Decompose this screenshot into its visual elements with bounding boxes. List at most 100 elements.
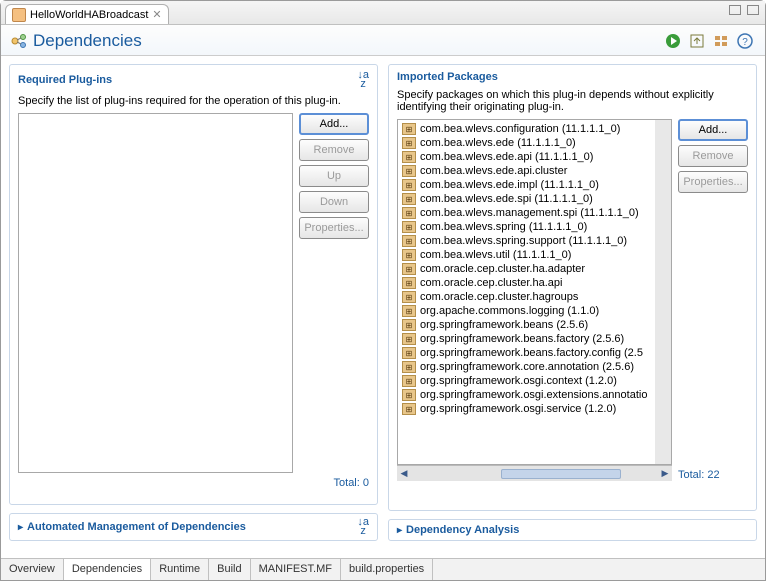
package-icon: ⊞ [402,123,416,135]
package-label: com.bea.wlevs.util (11.1.1.1_0) [420,249,571,261]
imported-packages-listwrap: ⊞ com.bea.wlevs.configuration (11.1.1.1_0… [397,119,672,481]
required-down-button: Down [299,191,369,213]
minimize-icon[interactable] [729,5,741,15]
package-label: com.bea.wlevs.ede.spi (11.1.1.1_0) [420,193,593,205]
package-item[interactable]: ⊞ org.springframework.beans.factory.confi… [398,346,655,360]
package-icon: ⊞ [402,235,416,247]
package-item[interactable]: ⊞ org.springframework.osgi.service (1.2.0… [398,402,655,416]
organize-icon[interactable] [713,33,729,49]
package-label: org.apache.commons.logging (1.1.0) [420,305,599,317]
package-label: com.bea.wlevs.spring (11.1.1.1_0) [420,221,587,233]
required-plugins-desc: Specify the list of plug-ins required fo… [18,95,369,107]
package-label: org.springframework.beans.factory (2.5.6… [420,333,624,345]
package-item[interactable]: ⊞com.bea.wlevs.management.spi (11.1.1.1_… [398,206,655,220]
imported-add-button[interactable]: Add... [678,119,748,141]
svg-text:?: ? [742,37,748,48]
content-area: Required Plug-ins ↓a z Specify the list … [1,56,765,549]
package-label: com.bea.wlevs.ede.impl (11.1.1.1_0) [420,179,599,191]
export-icon[interactable] [689,33,705,49]
imported-packages-section: Imported Packages Specify packages on wh… [388,64,757,511]
bottom-tab-dependencies[interactable]: Dependencies [64,559,151,580]
package-label: com.oracle.cep.cluster.hagroups [420,291,578,303]
required-plugins-title: Required Plug-ins [18,74,112,86]
package-item[interactable]: ⊞com.bea.wlevs.ede (11.1.1.1_0) [398,136,655,150]
horizontal-scrollbar[interactable]: ◀ ▶ [397,465,672,481]
sort-az-icon[interactable]: ↓a z [357,518,369,536]
package-item[interactable]: ⊞ com.bea.wlevs.spring (11.1.1.1_0) [398,220,655,234]
package-icon: ⊞ [402,305,416,317]
package-item[interactable]: ⊞com.bea.wlevs.ede.api.cluster [398,164,655,178]
package-label: com.oracle.cep.cluster.ha.api [420,277,562,289]
bottom-tab-bar: OverviewDependenciesRuntimeBuildMANIFEST… [1,558,765,580]
package-icon: ⊞ [402,263,416,275]
required-plugins-list[interactable] [18,113,293,473]
imported-remove-button: Remove [678,145,748,167]
package-item[interactable]: ⊞ com.bea.wlevs.ede.impl (11.1.1.1_0) [398,178,655,192]
vertical-scrollbar[interactable] [655,120,671,464]
plugin-icon [12,8,26,22]
required-add-button[interactable]: Add... [299,113,369,135]
automated-dependencies-section[interactable]: ▸Automated Management of Dependencies ↓a… [9,513,378,541]
package-icon: ⊞ [402,193,416,205]
package-item[interactable]: ⊞com.oracle.cep.cluster.hagroups [398,290,655,304]
package-icon: ⊞ [402,361,416,373]
package-icon: ⊞ [402,375,416,387]
page-header: Dependencies ? [1,25,765,56]
package-item[interactable]: ⊞ com.bea.wlevs.ede.spi (11.1.1.1_0) [398,192,655,206]
package-label: com.oracle.cep.cluster.ha.adapter [420,263,585,275]
package-item[interactable]: ⊞ com.bea.wlevs.util (11.1.1.1_0) [398,248,655,262]
package-item[interactable]: ⊞org.springframework.beans (2.5.6) [398,318,655,332]
package-item[interactable]: ⊞ org.apache.commons.logging (1.1.0) [398,304,655,318]
dependency-analysis-section[interactable]: ▸Dependency Analysis [388,519,757,541]
bottom-tab-manifest-mf[interactable]: MANIFEST.MF [251,559,341,580]
package-icon: ⊞ [402,347,416,359]
package-item[interactable]: ⊞ com.oracle.cep.cluster.ha.adapter [398,262,655,276]
close-icon[interactable]: ✕ [152,8,161,21]
scroll-left-icon[interactable]: ◀ [397,467,411,481]
imported-packages-title: Imported Packages [397,71,498,83]
bottom-tab-build-properties[interactable]: build.properties [341,559,433,580]
package-label: org.springframework.osgi.extensions.anno… [420,389,647,401]
dependencies-icon [11,33,27,49]
required-properties-button: Properties... [299,217,369,239]
sort-az-icon[interactable]: ↓a z [357,71,369,89]
package-item[interactable]: ⊞com.oracle.cep.cluster.ha.api [398,276,655,290]
right-column: Imported Packages Specify packages on wh… [388,64,757,541]
package-icon: ⊞ [402,249,416,261]
imported-properties-button: Properties... [678,171,748,193]
imported-packages-desc: Specify packages on which this plug-in d… [397,89,748,113]
package-item[interactable]: ⊞org.springframework.beans.factory (2.5.… [398,332,655,346]
scroll-right-icon[interactable]: ▶ [658,467,672,481]
package-label: com.bea.wlevs.ede (11.1.1.1_0) [420,137,576,149]
window-controls [729,5,759,15]
bottom-tab-overview[interactable]: Overview [1,559,64,580]
twisty-icon: ▸ [18,522,23,533]
editor-tab[interactable]: HelloWorldHABroadcast ✕ [5,4,169,24]
bottom-tab-build[interactable]: Build [209,559,250,580]
package-icon: ⊞ [402,403,416,415]
imported-buttons: Add... Remove Properties... Total: 22 [678,119,748,481]
run-icon[interactable] [665,33,681,49]
package-label: org.springframework.beans.factory.config… [420,347,643,359]
package-item[interactable]: ⊞ org.springframework.osgi.extensions.ann… [398,388,655,402]
package-label: org.springframework.osgi.context (1.2.0) [420,375,617,387]
package-label: com.bea.wlevs.configuration (11.1.1.1_0) [420,123,620,135]
bottom-tab-runtime[interactable]: Runtime [151,559,209,580]
help-icon[interactable]: ? [737,33,753,49]
imported-packages-list[interactable]: ⊞ com.bea.wlevs.configuration (11.1.1.1_0… [398,120,655,464]
package-label: org.springframework.core.annotation (2.5… [420,361,634,373]
required-plugins-section: Required Plug-ins ↓a z Specify the list … [9,64,378,505]
package-item[interactable]: ⊞ com.bea.wlevs.configuration (11.1.1.1_0… [398,122,655,136]
package-label: org.springframework.osgi.service (1.2.0) [420,403,616,415]
package-icon: ⊞ [402,319,416,331]
maximize-icon[interactable] [747,5,759,15]
package-icon: ⊞ [402,221,416,233]
package-icon: ⊞ [402,179,416,191]
scroll-thumb[interactable] [501,469,621,479]
package-icon: ⊞ [402,389,416,401]
package-item[interactable]: ⊞com.bea.wlevs.ede.api (11.1.1.1_0) [398,150,655,164]
package-item[interactable]: ⊞ org.springframework.core.annotation (2.… [398,360,655,374]
package-item[interactable]: ⊞com.bea.wlevs.spring.support (11.1.1.1_… [398,234,655,248]
analysis-title: ▸Dependency Analysis [397,524,519,536]
package-item[interactable]: ⊞ org.springframework.osgi.context (1.2.0… [398,374,655,388]
